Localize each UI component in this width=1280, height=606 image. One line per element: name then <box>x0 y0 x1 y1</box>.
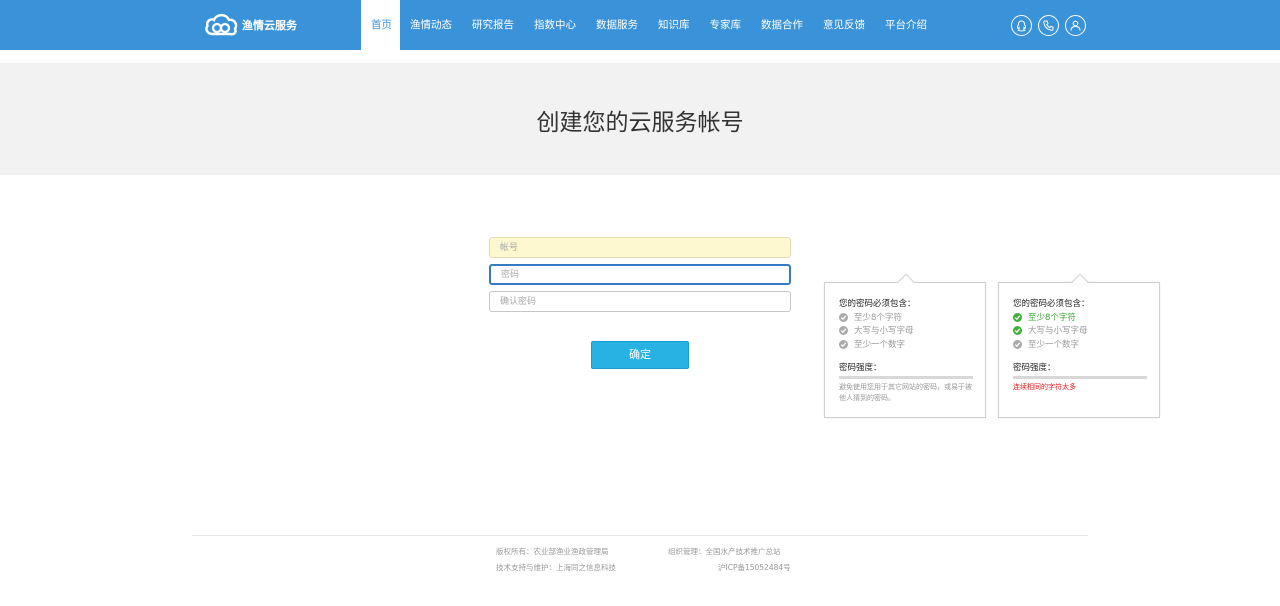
top-header: 渔情云服务 首页 渔情动态 研究报告 指数中心 数据服务 知识库 专家库 数据合… <box>0 0 1280 50</box>
strength-bar <box>839 376 973 379</box>
page-title: 创建您的云服务帐号 <box>536 110 744 136</box>
user-icon[interactable] <box>1065 15 1086 36</box>
requirement-text: 至少一个数字 <box>854 340 906 350</box>
cloud-logo-icon <box>205 13 238 36</box>
requirement-item: 大写与小写字母 <box>839 324 914 336</box>
tip-arrow <box>1071 273 1089 291</box>
requirement-text: 大写与小写字母 <box>1028 326 1088 336</box>
requirement-text: 至少8个字符 <box>854 313 902 323</box>
check-circle-icon <box>839 325 848 335</box>
footer-support: 技术支持与维护：上海同之信息科技 <box>496 563 616 572</box>
main-nav: 首页 渔情动态 研究报告 指数中心 数据服务 知识库 专家库 数据合作 意见反馈… <box>361 0 937 50</box>
header-icon-group <box>1011 15 1086 36</box>
nav-item-knowledge-base[interactable]: 知识库 <box>648 0 700 50</box>
confirm-password-input[interactable] <box>489 291 791 312</box>
logo[interactable]: 渔情云服务 <box>204 12 297 38</box>
submit-button[interactable]: 确定 <box>591 341 689 369</box>
nav-item-expert-base[interactable]: 专家库 <box>700 0 752 50</box>
strength-label: 密码强度： <box>839 363 882 373</box>
requirement-item: 至少一个数字 <box>839 338 905 350</box>
requirement-text: 至少一个数字 <box>1028 340 1080 350</box>
tip-arrow <box>897 273 915 291</box>
footer-copyright: 版权所有：农业部渔业渔政管理局 <box>496 547 609 556</box>
phone-icon[interactable] <box>1038 15 1059 36</box>
nav-item-platform-intro[interactable]: 平台介绍 <box>875 0 937 50</box>
tip-title: 您的密码必须包含： <box>839 299 916 309</box>
requirement-item: 至少一个数字 <box>1013 338 1079 350</box>
password-input[interactable] <box>489 264 791 285</box>
nav-item-index-center[interactable]: 指数中心 <box>524 0 586 50</box>
tip-title: 您的密码必须包含： <box>1013 299 1090 309</box>
nav-item-data-services[interactable]: 数据服务 <box>586 0 648 50</box>
check-circle-icon <box>839 339 848 349</box>
password-tip-card: 您的密码必须包含： 至少8个字符 大写与小写字母 至少一个数字 密码强度： 避免… <box>824 273 986 418</box>
footer-icp[interactable]: 沪ICP备15052484号 <box>718 562 791 573</box>
nav-item-research-reports[interactable]: 研究报告 <box>462 0 524 50</box>
strength-label: 密码强度： <box>1013 363 1056 373</box>
requirement-text: 大写与小写字母 <box>854 326 914 336</box>
check-circle-icon <box>839 312 848 322</box>
check-circle-icon <box>1013 339 1022 349</box>
requirement-item: 至少8个字符 <box>1013 311 1076 323</box>
strength-warning: 连续相同的字符太多 <box>1013 383 1076 391</box>
page-banner: 创建您的云服务帐号 <box>0 63 1280 175</box>
nav-item-home[interactable]: 首页 <box>361 0 400 50</box>
nav-item-fishery-news[interactable]: 渔情动态 <box>400 0 462 50</box>
nav-item-feedback[interactable]: 意见反馈 <box>813 0 875 50</box>
strength-note: 避免使用您用于其它网站的密码，或易于被他人猜到的密码。 <box>839 383 972 402</box>
account-input[interactable] <box>489 237 791 258</box>
requirement-item: 大写与小写字母 <box>1013 324 1088 336</box>
footer-divider <box>192 535 1088 536</box>
strength-bar <box>1013 376 1147 379</box>
check-circle-icon <box>1013 312 1022 322</box>
nav-item-data-cooperation[interactable]: 数据合作 <box>751 0 813 50</box>
qq-icon[interactable] <box>1011 15 1032 36</box>
check-circle-icon <box>1013 325 1022 335</box>
requirement-item: 至少8个字符 <box>839 311 902 323</box>
password-tip-card: 您的密码必须包含： 至少8个字符 大写与小写字母 至少一个数字 密码强度： 连续… <box>998 273 1160 418</box>
requirement-text: 至少8个字符 <box>1028 313 1076 323</box>
logo-text: 渔情云服务 <box>242 19 297 32</box>
footer-organizer: 组织管理：全国水产技术推广总站 <box>668 547 781 556</box>
